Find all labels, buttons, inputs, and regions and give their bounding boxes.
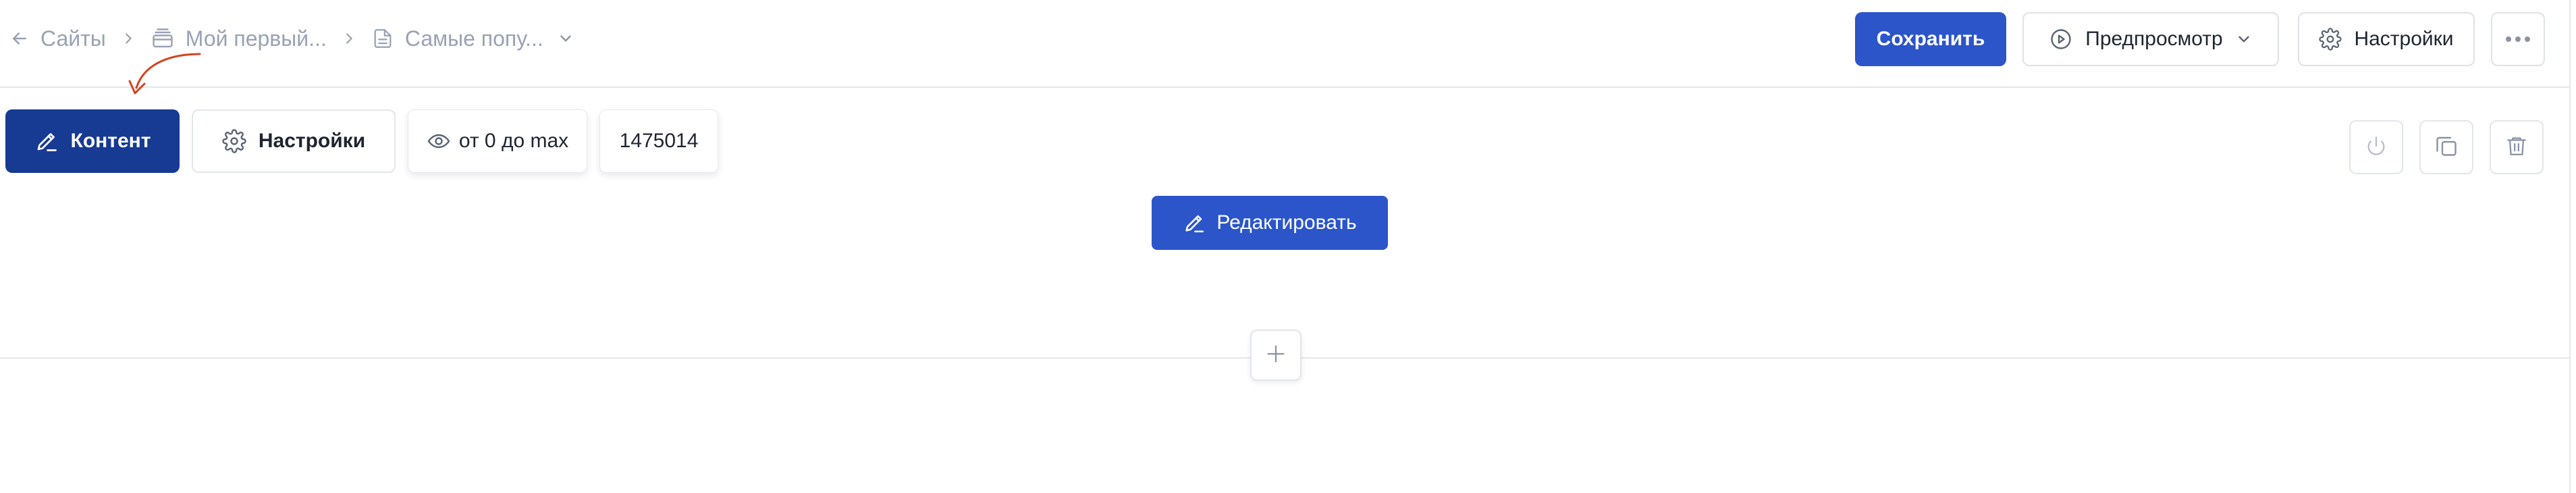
toggle-block-button[interactable]	[2349, 120, 2403, 174]
breadcrumb-label: Самые попу...	[404, 26, 543, 51]
breadcrumb-label: Сайты	[41, 26, 106, 51]
tab-block-settings[interactable]: Настройки	[192, 109, 396, 173]
edit-block-button[interactable]: Редактировать	[1152, 196, 1388, 250]
document-icon	[371, 26, 394, 51]
more-horizontal-icon	[2504, 35, 2531, 43]
preview-button-label: Предпросмотр	[2085, 28, 2223, 50]
delete-block-button[interactable]	[2490, 120, 2544, 174]
gear-icon	[2319, 28, 2342, 51]
chevron-right-icon	[121, 31, 136, 46]
pencil-icon	[1183, 211, 1206, 234]
chevron-right-icon	[342, 31, 356, 46]
visibility-label: от 0 до max	[458, 130, 569, 152]
trash-icon	[2505, 134, 2528, 161]
edit-block-label: Редактировать	[1216, 211, 1357, 234]
block-id-badge[interactable]: 1475014	[599, 109, 718, 173]
block-id-label: 1475014	[619, 130, 699, 152]
plus-icon	[1264, 342, 1287, 369]
visibility-button[interactable]: от 0 до max	[408, 109, 587, 173]
duplicate-block-button[interactable]	[2419, 120, 2473, 174]
tab-content[interactable]: Контент	[5, 109, 180, 173]
annotation-arrow-icon	[128, 53, 201, 95]
settings-button-label: Настройки	[2354, 28, 2454, 50]
breadcrumb: Сайты Мой первый... Самые попу...	[9, 22, 574, 55]
arrow-left-icon	[9, 28, 30, 49]
copy-icon	[2434, 134, 2459, 161]
save-button[interactable]: Сохранить	[1855, 12, 2006, 66]
settings-button[interactable]: Настройки	[2298, 12, 2475, 66]
gear-icon	[222, 129, 246, 153]
power-icon	[2365, 134, 2388, 161]
breadcrumb-item-sites[interactable]: Сайты	[9, 26, 106, 51]
chevron-down-icon[interactable]	[557, 30, 574, 47]
add-block-button[interactable]	[1250, 330, 1302, 381]
pencil-icon	[34, 129, 59, 153]
more-button[interactable]	[2491, 12, 2545, 66]
tab-block-settings-label: Настройки	[258, 130, 366, 152]
eye-icon	[427, 129, 451, 153]
save-button-label: Сохранить	[1876, 28, 1985, 50]
tab-content-label: Контент	[70, 130, 151, 152]
top-bar: Сайты Мой первый... Самые попу... Сохран…	[0, 0, 2571, 88]
preview-button[interactable]: Предпросмотр	[2022, 12, 2279, 66]
breadcrumb-item-page[interactable]: Самые попу...	[371, 26, 574, 51]
chevron-down-icon	[2235, 30, 2253, 48]
play-circle-icon	[2049, 27, 2073, 51]
